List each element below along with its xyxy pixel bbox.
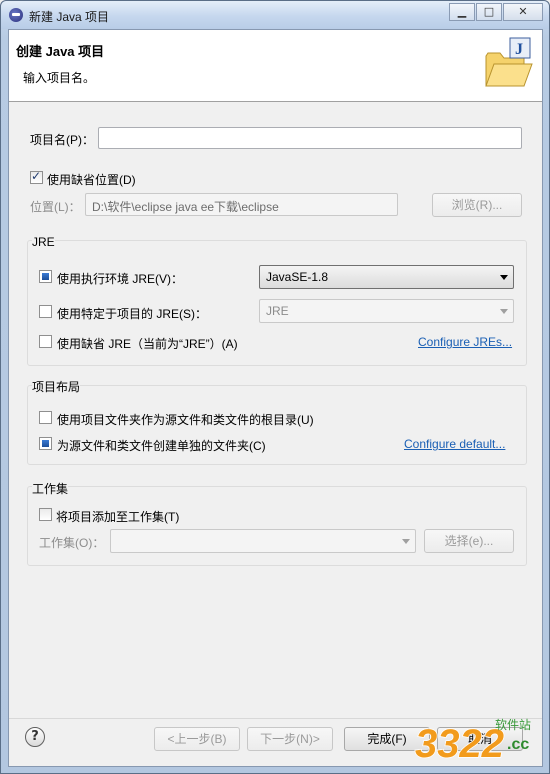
jre-project-radio[interactable] (39, 305, 52, 318)
title-bar[interactable]: 新建 Java 项目 ▁ □ ✕ (1, 1, 549, 29)
watermark-site: 软件站 (495, 718, 531, 732)
java-project-folder-icon: J (485, 37, 533, 87)
project-name-input[interactable] (98, 127, 522, 149)
layout-separate-label: 为源文件和类文件创建单独的文件夹(C) (57, 439, 266, 453)
jre-default-radio[interactable] (39, 335, 52, 348)
close-button[interactable]: ✕ (503, 3, 543, 21)
configure-jres-link[interactable]: Configure JREs... (418, 335, 512, 349)
use-default-location-label: 使用缺省位置(D) (47, 173, 136, 187)
layout-separate-radio[interactable] (39, 437, 52, 450)
dialog-client: 创建 Java 项目 输入项目名。 J 项目名(P)： 使用缺省位置(D) 位置… (8, 29, 543, 767)
configure-default-link[interactable]: Configure default... (404, 437, 505, 451)
jre-env-radio[interactable] (39, 270, 52, 283)
add-to-working-set-checkbox[interactable] (39, 508, 52, 521)
project-name-label: 项目名(P)： (30, 133, 94, 147)
location-label: 位置(L)： (30, 200, 81, 214)
minimize-button[interactable]: ▁ (449, 3, 475, 21)
add-to-working-set-label: 将项目添加至工作集(T) (56, 510, 180, 524)
window-title: 新建 Java 项目 (29, 10, 110, 24)
jre-env-label: 使用执行环境 JRE(V)： (57, 272, 184, 286)
chevron-down-icon (500, 275, 508, 280)
help-icon[interactable]: ? (25, 727, 45, 747)
working-set-label: 工作集(O)： (39, 536, 105, 550)
layout-root-radio[interactable] (39, 411, 52, 424)
maximize-button[interactable]: □ (476, 3, 502, 21)
jre-default-label: 使用缺省 JRE（当前为“JRE”）(A) (57, 337, 238, 351)
layout-root-label: 使用项目文件夹作为源文件和类文件的根目录(U) (57, 413, 314, 427)
jre-project-label: 使用特定于项目的 JRE(S)： (57, 307, 208, 321)
use-default-location-checkbox[interactable] (30, 169, 43, 184)
working-sets-group (27, 486, 527, 566)
3322-watermark-logo: 3322 软件站 .cc (414, 718, 531, 767)
page-description: 输入项目名。 (23, 71, 96, 85)
jre-group-label: JRE (32, 235, 55, 249)
eclipse-icon (9, 8, 23, 22)
project-layout-group-label: 项目布局 (32, 378, 81, 395)
next-button[interactable]: 下一步(N)> (247, 727, 333, 751)
location-input[interactable]: D:\软件\eclipse java ee下载\eclipse (85, 193, 398, 216)
chevron-down-icon (402, 539, 410, 544)
svg-text:J: J (515, 41, 523, 58)
jre-project-value: JRE (266, 304, 289, 318)
jre-env-combo[interactable]: JavaSE-1.8 (259, 265, 514, 289)
working-set-combo[interactable] (110, 529, 416, 553)
watermark-number: 3322 (415, 722, 504, 766)
back-button[interactable]: <上一步(B) (154, 727, 240, 751)
browse-button[interactable]: 浏览(R)... (432, 193, 522, 217)
chevron-down-icon (500, 309, 508, 314)
working-sets-group-label: 工作集 (32, 480, 69, 497)
page-title: 创建 Java 项目 (16, 44, 105, 59)
wizard-header: 创建 Java 项目 输入项目名。 J (9, 30, 542, 102)
select-working-set-button[interactable]: 选择(e)... (424, 529, 514, 553)
jre-env-value: JavaSE-1.8 (266, 270, 329, 284)
watermark-domain: .cc (507, 736, 529, 753)
jre-project-combo[interactable]: JRE (259, 299, 514, 323)
dialog-window: 新建 Java 项目 ▁ □ ✕ 创建 Java 项目 输入项目名。 J 项目名… (0, 0, 550, 774)
